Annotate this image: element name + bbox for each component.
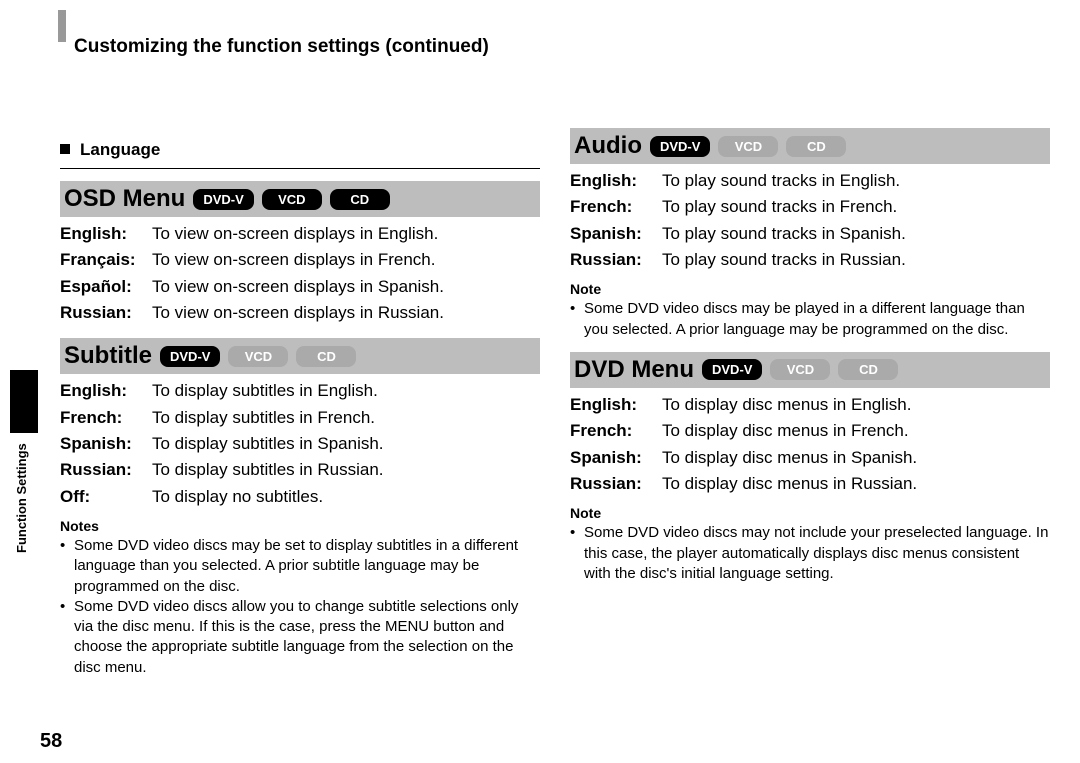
language-section-label: Language bbox=[60, 140, 540, 160]
list-item: English:To view on-screen displays in En… bbox=[60, 221, 540, 247]
notes-heading: Notes bbox=[60, 518, 540, 534]
content-columns: Language OSD Menu DVD-V VCD CD English:T… bbox=[60, 128, 1050, 678]
list-item: Off:To display no subtitles. bbox=[60, 484, 540, 510]
page-title: Customizing the function settings (conti… bbox=[74, 36, 1050, 58]
dvdv-badge: DVD-V bbox=[193, 189, 253, 210]
list-item: Spanish:To display disc menus in Spanish… bbox=[570, 445, 1050, 471]
audio-list: English:To play sound tracks in English.… bbox=[570, 168, 1050, 273]
list-item: French:To display subtitles in French. bbox=[60, 405, 540, 431]
vcd-badge: VCD bbox=[262, 189, 322, 210]
note-item: •Some DVD video discs may be played in a… bbox=[570, 299, 1050, 340]
list-item: English:To display disc menus in English… bbox=[570, 392, 1050, 418]
cd-badge: CD bbox=[786, 136, 846, 157]
list-item: Russian:To display disc menus in Russian… bbox=[570, 471, 1050, 497]
dvdv-badge: DVD-V bbox=[702, 359, 762, 380]
note-item: •Some DVD video discs allow you to chang… bbox=[60, 597, 540, 678]
right-column: Audio DVD-V VCD CD English:To play sound… bbox=[570, 128, 1050, 678]
list-item: French:To play sound tracks in French. bbox=[570, 194, 1050, 220]
square-icon bbox=[60, 144, 70, 154]
osd-menu-heading: OSD Menu DVD-V VCD CD bbox=[60, 181, 540, 217]
list-item: English:To play sound tracks in English. bbox=[570, 168, 1050, 194]
dvdv-badge: DVD-V bbox=[650, 136, 710, 157]
list-item: Spanish:To play sound tracks in Spanish. bbox=[570, 221, 1050, 247]
list-item: Français:To view on-screen displays in F… bbox=[60, 247, 540, 273]
dvd-menu-list: English:To display disc menus in English… bbox=[570, 392, 1050, 497]
list-item: Russian:To display subtitles in Russian. bbox=[60, 457, 540, 483]
side-vertical-label: Function Settings bbox=[14, 443, 29, 553]
list-item: French:To display disc menus in French. bbox=[570, 418, 1050, 444]
dvdv-badge: DVD-V bbox=[160, 346, 220, 367]
left-column: Language OSD Menu DVD-V VCD CD English:T… bbox=[60, 128, 540, 678]
vcd-badge: VCD bbox=[718, 136, 778, 157]
page: Customizing the function settings (conti… bbox=[0, 0, 1080, 763]
subtitle-title: Subtitle bbox=[64, 342, 152, 370]
subtitle-list: English:To display subtitles in English.… bbox=[60, 378, 540, 510]
audio-title: Audio bbox=[574, 132, 642, 160]
title-accent-bar bbox=[58, 10, 66, 42]
list-item: Russian:To play sound tracks in Russian. bbox=[570, 247, 1050, 273]
cd-badge: CD bbox=[330, 189, 390, 210]
vcd-badge: VCD bbox=[770, 359, 830, 380]
note-heading: Note bbox=[570, 505, 1050, 521]
subtitle-heading: Subtitle DVD-V VCD CD bbox=[60, 338, 540, 374]
audio-heading: Audio DVD-V VCD CD bbox=[570, 128, 1050, 164]
list-item: English:To display subtitles in English. bbox=[60, 378, 540, 404]
note-heading: Note bbox=[570, 281, 1050, 297]
list-item: Español:To view on-screen displays in Sp… bbox=[60, 274, 540, 300]
dvd-menu-notes: •Some DVD video discs may not include yo… bbox=[570, 523, 1050, 584]
cd-badge: CD bbox=[296, 346, 356, 367]
dvd-menu-title: DVD Menu bbox=[574, 356, 694, 384]
cd-badge: CD bbox=[838, 359, 898, 380]
osd-menu-list: English:To view on-screen displays in En… bbox=[60, 221, 540, 326]
divider-line bbox=[60, 168, 540, 169]
list-item: Spanish:To display subtitles in Spanish. bbox=[60, 431, 540, 457]
dvd-menu-heading: DVD Menu DVD-V VCD CD bbox=[570, 352, 1050, 388]
vcd-badge: VCD bbox=[228, 346, 288, 367]
list-item: Russian:To view on-screen displays in Ru… bbox=[60, 300, 540, 326]
page-number: 58 bbox=[40, 730, 62, 753]
osd-menu-title: OSD Menu bbox=[64, 185, 185, 213]
note-item: •Some DVD video discs may not include yo… bbox=[570, 523, 1050, 584]
audio-notes: •Some DVD video discs may be played in a… bbox=[570, 299, 1050, 340]
subtitle-notes: •Some DVD video discs may be set to disp… bbox=[60, 536, 540, 678]
note-item: •Some DVD video discs may be set to disp… bbox=[60, 536, 540, 597]
side-tab-marker bbox=[10, 370, 38, 433]
